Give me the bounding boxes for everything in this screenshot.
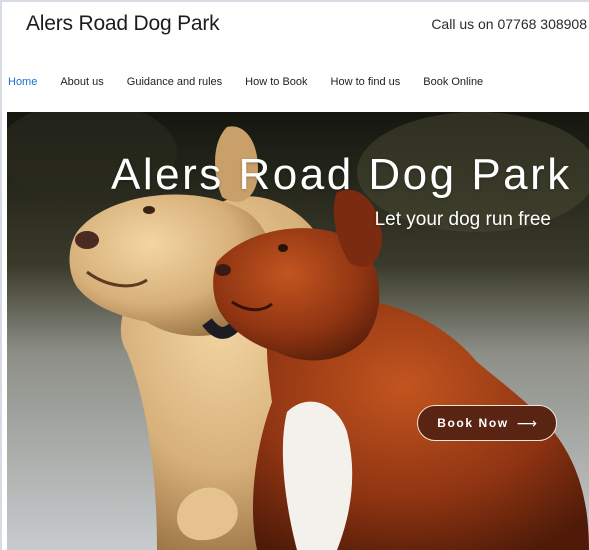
hero-banner: Alers Road Dog Park Let your dog run fre… [7,112,589,550]
book-now-button[interactable]: Book Now ⟶ [417,405,557,441]
phone-number: Call us on 07768 308908 [431,16,587,32]
hero-subtitle: Let your dog run free [374,209,551,230]
hero-title: Alers Road Dog Park [111,150,572,199]
nav-guidance-and-rules[interactable]: Guidance and rules [127,76,222,88]
nav-about-us[interactable]: About us [60,76,103,88]
page: Alers Road Dog Park Call us on 07768 308… [0,0,589,550]
left-border [0,0,2,550]
nav-how-to-book[interactable]: How to Book [245,76,307,88]
nav-how-to-find-us[interactable]: How to find us [331,76,401,88]
book-now-label: Book Now [437,416,509,430]
nav-book-online[interactable]: Book Online [423,76,483,88]
nav-home[interactable]: Home [8,76,37,88]
site-title[interactable]: Alers Road Dog Park [26,12,220,36]
arrow-right-icon: ⟶ [516,414,537,431]
top-border [0,0,589,2]
main-nav: Home About us Guidance and rules How to … [8,74,506,90]
